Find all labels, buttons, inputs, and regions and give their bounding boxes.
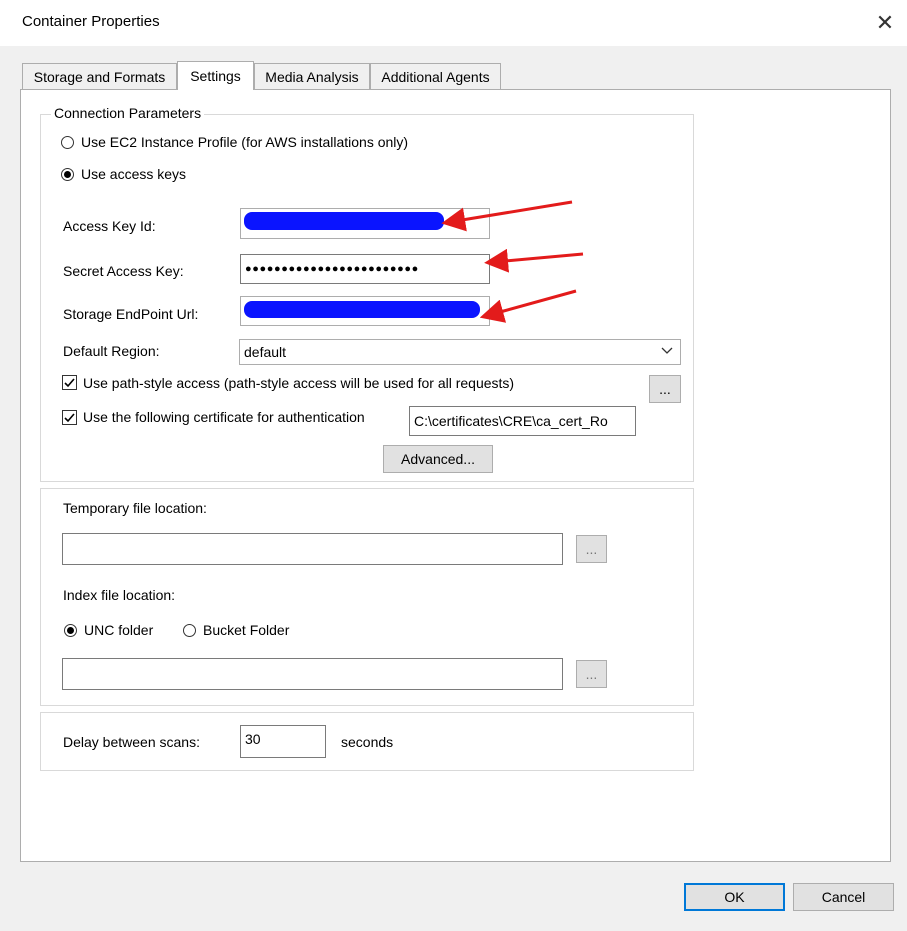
bucket-folder-label: Bucket Folder <box>203 622 290 638</box>
temporary-file-location-label: Temporary file location: <box>63 500 207 516</box>
arrow-storage-endpoint <box>479 289 577 323</box>
index-file-browse-button[interactable]: ... <box>576 660 607 688</box>
index-file-location-label: Index file location: <box>63 587 176 603</box>
delay-between-scans-label: Delay between scans: <box>63 734 200 750</box>
bucket-folder-radio[interactable] <box>183 624 196 637</box>
cancel-button[interactable]: Cancel <box>793 883 894 911</box>
arrow-access-key-id <box>441 200 573 232</box>
index-file-location-input[interactable] <box>62 658 563 690</box>
delay-between-scans-input[interactable]: 30 <box>240 725 326 758</box>
temporary-file-browse-button[interactable]: ... <box>576 535 607 563</box>
seconds-label: seconds <box>341 734 394 750</box>
unc-folder-label: UNC folder <box>84 622 154 638</box>
unc-folder-radio[interactable] <box>64 624 77 637</box>
ok-button[interactable]: OK <box>684 883 785 911</box>
annotation-arrows <box>441 200 584 323</box>
temporary-file-location-input[interactable] <box>62 533 563 565</box>
arrow-secret-access-key <box>484 248 584 273</box>
tab-settings[interactable]: Settings <box>177 61 254 90</box>
